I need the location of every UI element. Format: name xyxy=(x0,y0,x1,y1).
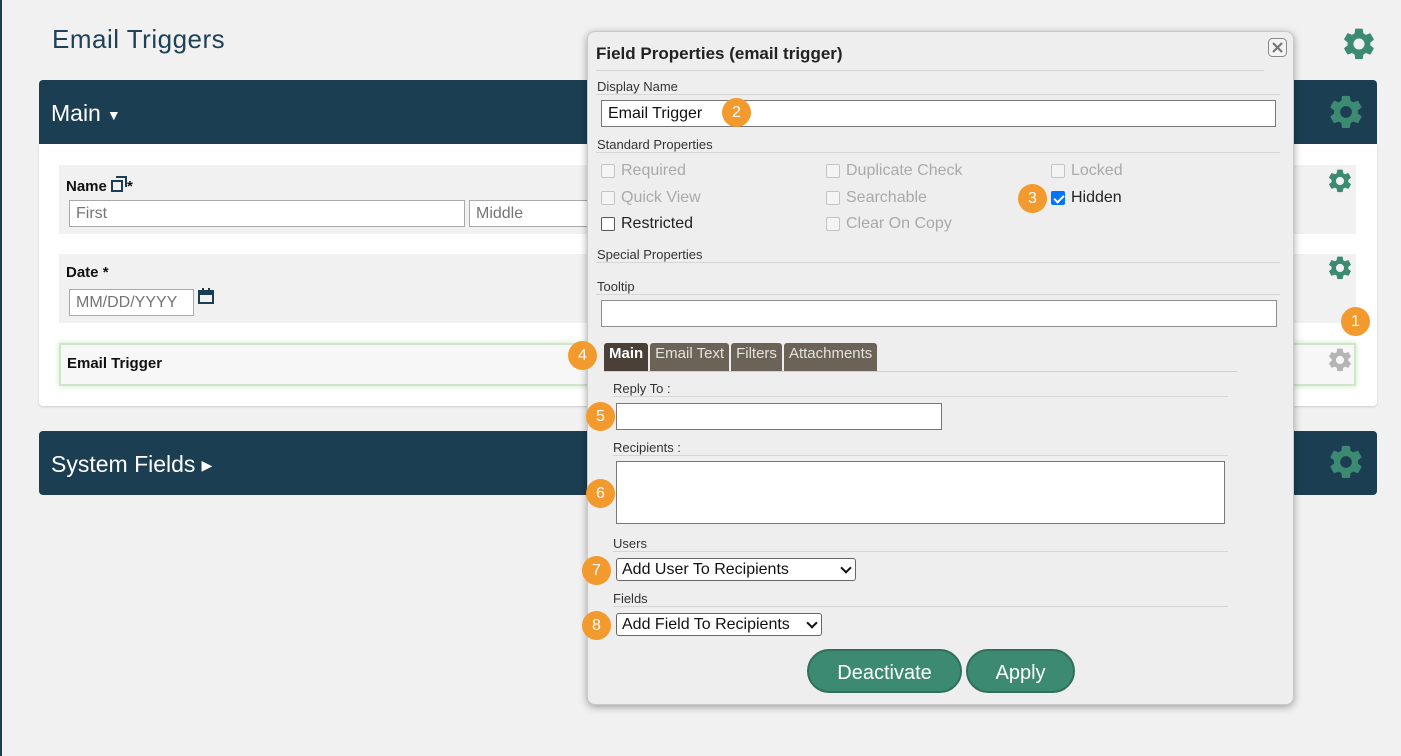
searchable-label: Searchable xyxy=(846,189,927,206)
restricted-label: Restricted xyxy=(621,215,694,232)
email-trigger-gear-icon[interactable] xyxy=(1326,346,1354,374)
locked-checkbox[interactable]: Locked xyxy=(1051,162,1123,180)
required-label: Required xyxy=(621,162,686,179)
users-label: Users xyxy=(613,536,647,551)
close-icon[interactable] xyxy=(1268,38,1287,57)
left-rule xyxy=(0,0,2,756)
tooltip-textarea[interactable] xyxy=(601,300,1277,327)
page-settings-gear-icon[interactable] xyxy=(1340,25,1378,63)
date-label: Date xyxy=(66,264,99,281)
duplicate-check-checkbox[interactable]: Duplicate Check xyxy=(826,162,963,180)
main-section-title: Main xyxy=(51,100,101,126)
display-name-input[interactable] xyxy=(601,100,1276,127)
fields-select[interactable]: Add Field To Recipients xyxy=(616,613,822,636)
callout-8: 8 xyxy=(582,611,611,640)
reply-to-input[interactable] xyxy=(616,403,942,430)
tab-bar: Main Email Text Filters Attachments xyxy=(604,343,878,371)
duplicate-check-label: Duplicate Check xyxy=(846,162,963,179)
searchable-checkbox[interactable]: Searchable xyxy=(826,189,927,207)
date-input[interactable] xyxy=(69,289,194,316)
clear-on-copy-label: Clear On Copy xyxy=(846,215,952,232)
callout-3: 3 xyxy=(1018,184,1047,213)
callout-6: 6 xyxy=(586,479,615,508)
standard-properties-label: Standard Properties xyxy=(597,137,713,152)
callout-2: 2 xyxy=(722,98,751,127)
caret-down-icon: ▼ xyxy=(106,106,121,123)
special-properties-label: Special Properties xyxy=(597,247,703,262)
dialog-title: Field Properties (email trigger) xyxy=(596,44,843,63)
name-label: Name xyxy=(66,178,107,195)
middle-name-input[interactable] xyxy=(469,200,589,227)
fields-select-value: Add Field To Recipients xyxy=(622,615,790,633)
first-name-input[interactable] xyxy=(69,200,465,227)
page-title: Email Triggers xyxy=(52,24,226,54)
system-fields-gear-icon[interactable] xyxy=(1326,442,1366,482)
quick-view-checkbox[interactable]: Quick View xyxy=(601,189,701,207)
tab-attachments[interactable]: Attachments xyxy=(783,343,878,371)
chevron-down-icon xyxy=(806,616,818,629)
apply-button[interactable]: Apply xyxy=(966,649,1075,693)
recipients-textarea[interactable] xyxy=(616,461,1225,524)
caret-right-icon: ▶ xyxy=(201,457,213,474)
users-select-value: Add User To Recipients xyxy=(622,560,789,578)
tab-main[interactable]: Main xyxy=(604,343,649,371)
restricted-checkbox[interactable]: Restricted xyxy=(601,215,693,233)
field-properties-dialog: Field Properties (email trigger) Display… xyxy=(568,31,1294,705)
callout-4: 4 xyxy=(568,341,597,370)
recipients-label: Recipients : xyxy=(613,440,681,455)
clear-on-copy-checkbox[interactable]: Clear On Copy xyxy=(826,215,952,233)
reply-to-label: Reply To : xyxy=(613,381,671,396)
chevron-down-icon xyxy=(840,561,852,574)
date-field-gear-icon[interactable] xyxy=(1326,254,1354,282)
email-trigger-label: Email Trigger xyxy=(67,355,163,372)
callout-1: 1 xyxy=(1341,307,1370,336)
date-required-mark: * xyxy=(102,264,109,281)
fields-label: Fields xyxy=(613,591,648,606)
name-required-mark: * xyxy=(127,178,133,195)
tab-filters[interactable]: Filters xyxy=(731,343,782,371)
required-checkbox[interactable]: Required xyxy=(601,162,686,180)
hidden-label: Hidden xyxy=(1071,189,1122,206)
users-select[interactable]: Add User To Recipients xyxy=(616,558,856,581)
system-fields-title: System Fields xyxy=(51,451,196,477)
popout-icon[interactable] xyxy=(111,176,128,192)
locked-label: Locked xyxy=(1071,162,1123,179)
deactivate-button[interactable]: Deactivate xyxy=(807,649,962,693)
callout-7: 7 xyxy=(582,556,611,585)
hidden-checkbox[interactable]: Hidden xyxy=(1051,189,1122,207)
callout-5: 5 xyxy=(586,402,615,431)
calendar-icon[interactable] xyxy=(198,288,214,304)
tooltip-label: Tooltip xyxy=(597,279,635,294)
main-section-gear-icon[interactable] xyxy=(1326,92,1366,132)
quick-view-label: Quick View xyxy=(621,189,701,206)
tab-email-text[interactable]: Email Text xyxy=(650,343,730,371)
name-field-gear-icon[interactable] xyxy=(1326,167,1354,195)
display-name-label: Display Name xyxy=(597,79,678,94)
